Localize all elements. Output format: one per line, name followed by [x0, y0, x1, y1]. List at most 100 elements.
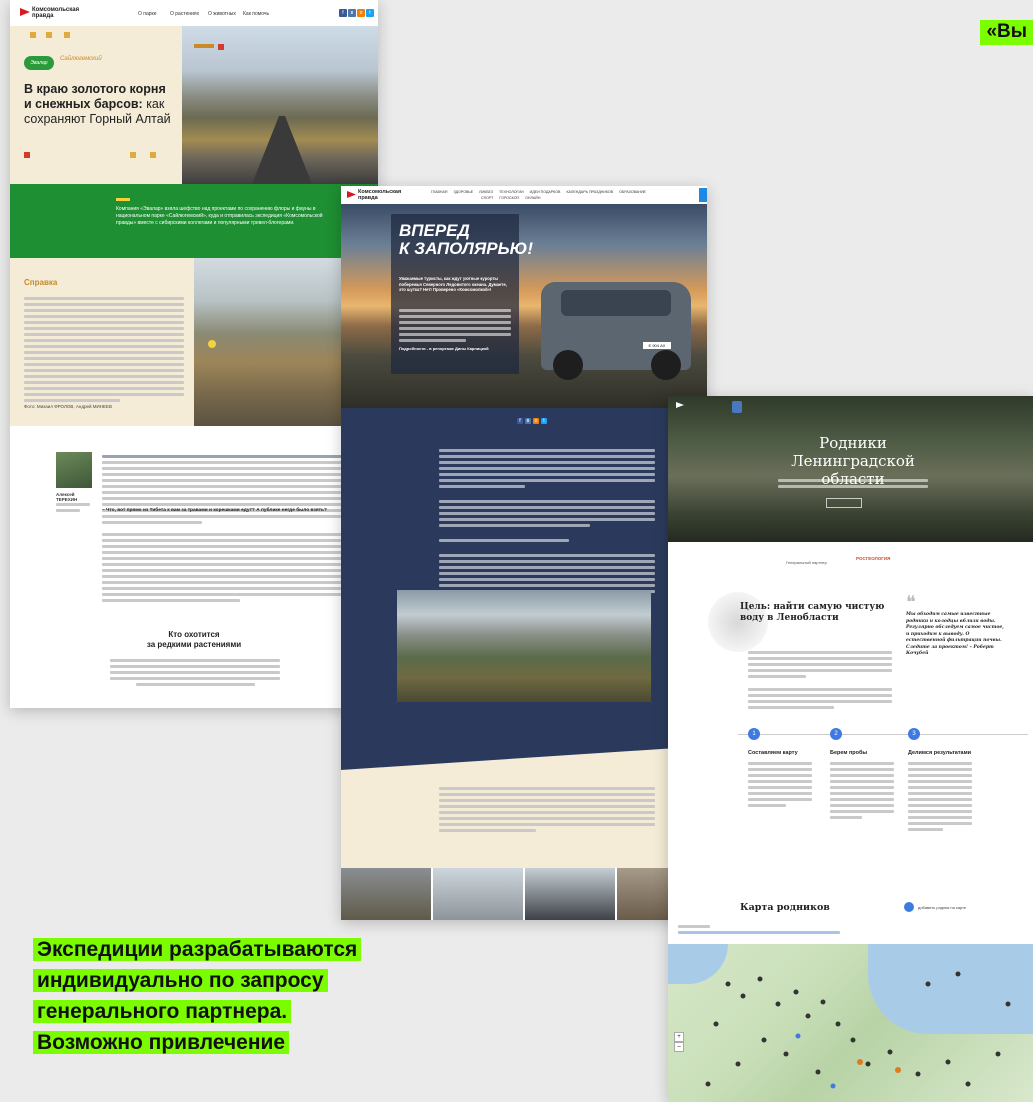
nav-item[interactable]: КАЛЕНДАРЬ ПРАЗДНИКОВ [566, 190, 613, 194]
ok-icon[interactable]: o [533, 418, 539, 424]
map-marker [705, 1081, 711, 1087]
twitter-icon[interactable]: t [541, 418, 547, 424]
vk-icon[interactable]: в [348, 9, 356, 17]
hero-photo-forest-spring: Родники Ленинградской области [668, 396, 1033, 542]
expedition-note-line: Возможно привлечение [33, 1031, 290, 1054]
section-text [110, 656, 280, 689]
nav-item[interactable]: ОБРАЗОВАНИЕ [619, 190, 646, 194]
map-marker [725, 981, 731, 987]
map-marker-highlight [895, 1067, 901, 1073]
decor-square [218, 44, 224, 50]
map-marker [945, 1059, 951, 1065]
map-title: Карта родников [740, 902, 830, 913]
card-springs-project[interactable]: Родники Ленинградской области Генеральны… [668, 396, 1033, 1102]
step-number: 3 [908, 728, 920, 740]
interview-text-2 [102, 530, 352, 605]
header-right-text: «Вы [980, 20, 1033, 45]
decor-square [130, 152, 136, 158]
map-marker [850, 1037, 856, 1043]
strip-photo [525, 868, 615, 920]
nav-item[interactable]: ТЕХНОЛОГИИ [499, 190, 524, 194]
nav-item[interactable]: СПОРТ [481, 196, 493, 200]
nav-item-animals[interactable]: О животных [208, 11, 236, 17]
nav-item[interactable]: ЛИКБЕЗ [479, 190, 493, 194]
hero-subtitle [778, 476, 928, 491]
nav-item[interactable]: ОНЛАЙН [525, 196, 540, 200]
card-altai-article[interactable]: Комсомольская правда О парке О растениях… [10, 0, 378, 708]
section-title: Кто охотится за редкими растениями [10, 630, 378, 650]
nav-item-about[interactable]: О парке [138, 11, 157, 17]
map-legend [678, 922, 858, 937]
vk-icon[interactable]: в [525, 418, 531, 424]
expedition-note: Экспедиции разрабатываются индивидуально… [33, 934, 362, 1058]
hero-photo-altai-road [182, 26, 378, 184]
map-marker [820, 999, 826, 1005]
step-number: 2 [830, 728, 842, 740]
add-spring-button-icon[interactable] [904, 902, 914, 912]
step-2: 2 Берем пробы [830, 728, 910, 822]
main-nav: ГЛАВНАЯ ЗДОРОВЬЕ ЛИКБЕЗ ТЕХНОЛОГИИ ИДЕИ … [431, 189, 671, 201]
springs-map[interactable]: + – [668, 944, 1033, 1102]
facebook-icon[interactable]: f [339, 9, 347, 17]
decor-bar [116, 198, 130, 201]
hero-headline-bold: В краю золотого корня и снежных барсов: [24, 82, 166, 111]
menu-button[interactable] [699, 188, 707, 202]
decor-square [150, 152, 156, 158]
facebook-icon[interactable]: f [517, 418, 523, 424]
site-header: Комсомольская правда О парке О растениях… [10, 0, 378, 27]
green-intro-text: Компания «Эвалар» взяла шефство над прое… [116, 206, 323, 226]
map-marker [775, 1001, 781, 1007]
decor-square [30, 32, 36, 38]
add-spring-button-label[interactable]: добавить родник на карте [918, 905, 966, 910]
author-caption [56, 500, 90, 515]
evalar-logo: Эвалар [24, 56, 54, 70]
partner-label: Генеральный партнер [786, 560, 827, 565]
map-marker [865, 1061, 871, 1067]
nav-item[interactable]: ГОРОСКОП [499, 196, 519, 200]
step-title: Делимся результатами [908, 750, 972, 756]
step-1: 1 Составляем карту [748, 728, 828, 810]
nav-item-plants[interactable]: О растениях [170, 11, 199, 17]
twitter-icon[interactable]: t [366, 9, 374, 17]
decor-square [24, 152, 30, 158]
car-wheel [651, 350, 681, 380]
nav-item[interactable]: ИДЕИ ПОДАРКОВ [530, 190, 561, 194]
car-window [561, 290, 671, 316]
footer-text [439, 784, 655, 835]
map-markers [705, 971, 1011, 1089]
nav-item[interactable]: ЗДОРОВЬЕ [453, 190, 473, 194]
map-marker [1005, 1001, 1011, 1007]
map-marker-blue [830, 1083, 836, 1089]
hero-button[interactable] [826, 498, 862, 508]
map-marker [735, 1061, 741, 1067]
hero-headline-1: ВПЕРЕД [399, 221, 470, 240]
nav-item-help[interactable]: Как помочь [243, 11, 269, 17]
ok-icon[interactable]: o [357, 9, 365, 17]
map-marker [793, 989, 799, 995]
decor-dot [208, 340, 216, 348]
expedition-note-line: Экспедиции разрабатываются [33, 938, 362, 961]
partner-logo: РОСГЕОЛОГИЯ [856, 556, 891, 561]
step-number: 1 [748, 728, 760, 740]
hero-byline: Подробности - в репортаже Дины Карницкой [399, 346, 489, 351]
step-3: 3 Делимся результатами [908, 728, 1018, 834]
park-logo: Сайлюгемский [60, 56, 102, 62]
info-text [24, 294, 184, 405]
nav-item[interactable]: ГЛАВНАЯ [431, 190, 447, 194]
road-shape [252, 116, 312, 184]
map-marker-highlight [857, 1059, 863, 1065]
hero-overlay: ВПЕРЕД К ЗАПОЛЯРЬЮ! Уважаемые туристы, к… [391, 214, 533, 374]
card-arctic-article[interactable]: Комсомольская правда ГЛАВНАЯ ЗДОРОВЬЕ ЛИ… [341, 186, 707, 920]
hero-text [399, 306, 511, 345]
map-marker [995, 1051, 1001, 1057]
step-text [908, 762, 972, 831]
step-title: Составляем карту [748, 750, 798, 756]
site-header: Комсомольская правда ГЛАВНАЯ ЗДОРОВЬЕ ЛИ… [341, 186, 707, 204]
map-marker [925, 981, 931, 987]
map-marker-blue [795, 1033, 801, 1039]
license-plate: Е 904 АХ [643, 342, 671, 349]
kp-logo-icon [20, 8, 30, 16]
map-marker [805, 1013, 811, 1019]
info-panel: Справка Фото: Михаил ФРОЛОВ, Андрей МИНЕ… [10, 258, 194, 426]
green-intro-band: Компания «Эвалар» взяла шефство над прое… [10, 184, 378, 258]
